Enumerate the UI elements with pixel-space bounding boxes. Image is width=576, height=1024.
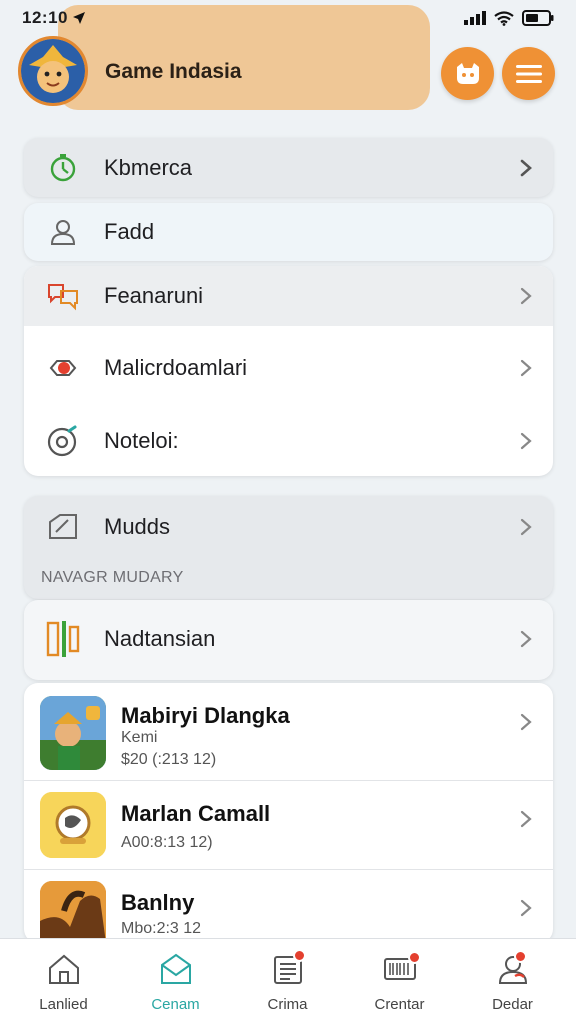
game-meta: A00:8:13 12) (121, 834, 213, 851)
menu-item-malicrdoamlari[interactable]: Malicrdoamlari (24, 333, 553, 403)
battery-icon (522, 10, 554, 26)
user-icon (46, 215, 80, 249)
menu-card-2: Fadd (24, 203, 553, 261)
mascot-icon (21, 39, 85, 103)
tab-cenam[interactable]: Cenam (118, 939, 233, 1024)
menu-item-kbmerca[interactable]: Kbmerca (24, 138, 553, 197)
game-meta: $20 (:213 12) (121, 751, 217, 768)
tab-label: Lanlied (39, 996, 88, 1013)
game-thumbnail (40, 881, 106, 943)
list-item[interactable]: Banlny Mbo:2:3 12 (24, 871, 553, 943)
tab-crima[interactable]: Crima (230, 939, 345, 1024)
chat-bubbles-icon (46, 279, 80, 313)
tab-label: Dedar (492, 996, 533, 1013)
menu-item-feanaruni[interactable]: Feanaruni (24, 266, 553, 326)
menu-item-fadd[interactable]: Fadd (24, 203, 553, 261)
app-title: Game Indasia (105, 60, 242, 83)
menu-button[interactable] (502, 47, 555, 100)
menu-label: Feanaruni (104, 283, 204, 308)
featured-card: Nadtansian (24, 600, 553, 680)
stopwatch-icon (46, 151, 80, 185)
avatar[interactable] (18, 36, 88, 106)
chevron-right-icon (520, 432, 532, 450)
games-list: Mabiryi Dlangka Kemi $20 (:213 12) Marla… (24, 683, 553, 943)
chevron-right-icon (520, 899, 532, 917)
notification-badge (408, 951, 421, 964)
game-title: Mabiryi Dlangka (121, 703, 290, 728)
mail-icon (161, 953, 191, 984)
menu-card-1: Kbmerca (24, 138, 553, 197)
disc-icon (46, 424, 80, 458)
chevron-right-icon (520, 359, 532, 377)
status-icons (464, 10, 554, 26)
game-title: Banlny (121, 890, 195, 915)
chevron-right-icon (520, 810, 532, 828)
menu-label: Noteloi: (104, 428, 179, 453)
tab-dedar[interactable]: Dedar (455, 939, 570, 1024)
tab-label: Crima (267, 996, 308, 1013)
section-header: NAVAGR MUDARY (41, 569, 184, 586)
location-arrow-icon (72, 12, 85, 24)
bars-icon (46, 621, 80, 657)
signal-icon (464, 11, 486, 25)
notification-badge (293, 949, 306, 962)
menu-card-3: Feanaruni Malicrdoamlari Noteloi: (24, 266, 553, 476)
menu-label: Nadtansian (104, 626, 216, 651)
chevron-right-icon (520, 713, 532, 731)
chevron-right-icon (520, 518, 532, 536)
status-bar: 12:10 (0, 0, 576, 36)
list-item[interactable]: Mabiryi Dlangka Kemi $20 (:213 12) (24, 683, 553, 781)
tab-bar: Lanlied Cenam Crima Crentar Dedar (0, 938, 576, 1024)
chevron-right-icon (520, 287, 532, 305)
cat-face-icon (456, 62, 479, 84)
menu-item-mudds[interactable]: Mudds (24, 496, 553, 558)
hamburger-icon (515, 64, 542, 83)
chat-button[interactable] (441, 47, 494, 100)
clock-text: 12:10 (22, 8, 68, 27)
heart-chat-icon (46, 351, 80, 385)
chevron-right-icon (520, 159, 532, 176)
tab-label: Crentar (374, 996, 425, 1013)
home-icon (49, 954, 79, 984)
game-meta: Mbo:2:3 12 (121, 920, 202, 937)
chevron-right-icon (520, 630, 532, 648)
menu-item-nadtansian[interactable]: Nadtansian (24, 606, 553, 672)
tab-label: Cenam (151, 996, 200, 1013)
menu-label: Malicrdoamlari (104, 355, 248, 380)
wifi-icon (494, 10, 514, 26)
tab-lanlied[interactable]: Lanlied (6, 939, 121, 1024)
game-thumbnail (40, 792, 106, 858)
menu-label: Mudds (104, 514, 171, 539)
menu-label: Kbmerca (104, 154, 193, 180)
game-title: Marlan Camall (121, 801, 271, 826)
edit-icon (46, 510, 80, 544)
list-item[interactable]: Marlan Camall A00:8:13 12) (24, 782, 553, 870)
tab-crentar[interactable]: Crentar (342, 939, 457, 1024)
menu-item-noteloi[interactable]: Noteloi: (24, 406, 553, 476)
notification-badge (514, 950, 527, 963)
game-subtitle: Kemi (121, 729, 158, 746)
game-thumbnail (40, 696, 106, 770)
menu-label: Fadd (104, 219, 155, 244)
status-time: 12:10 (22, 8, 86, 28)
